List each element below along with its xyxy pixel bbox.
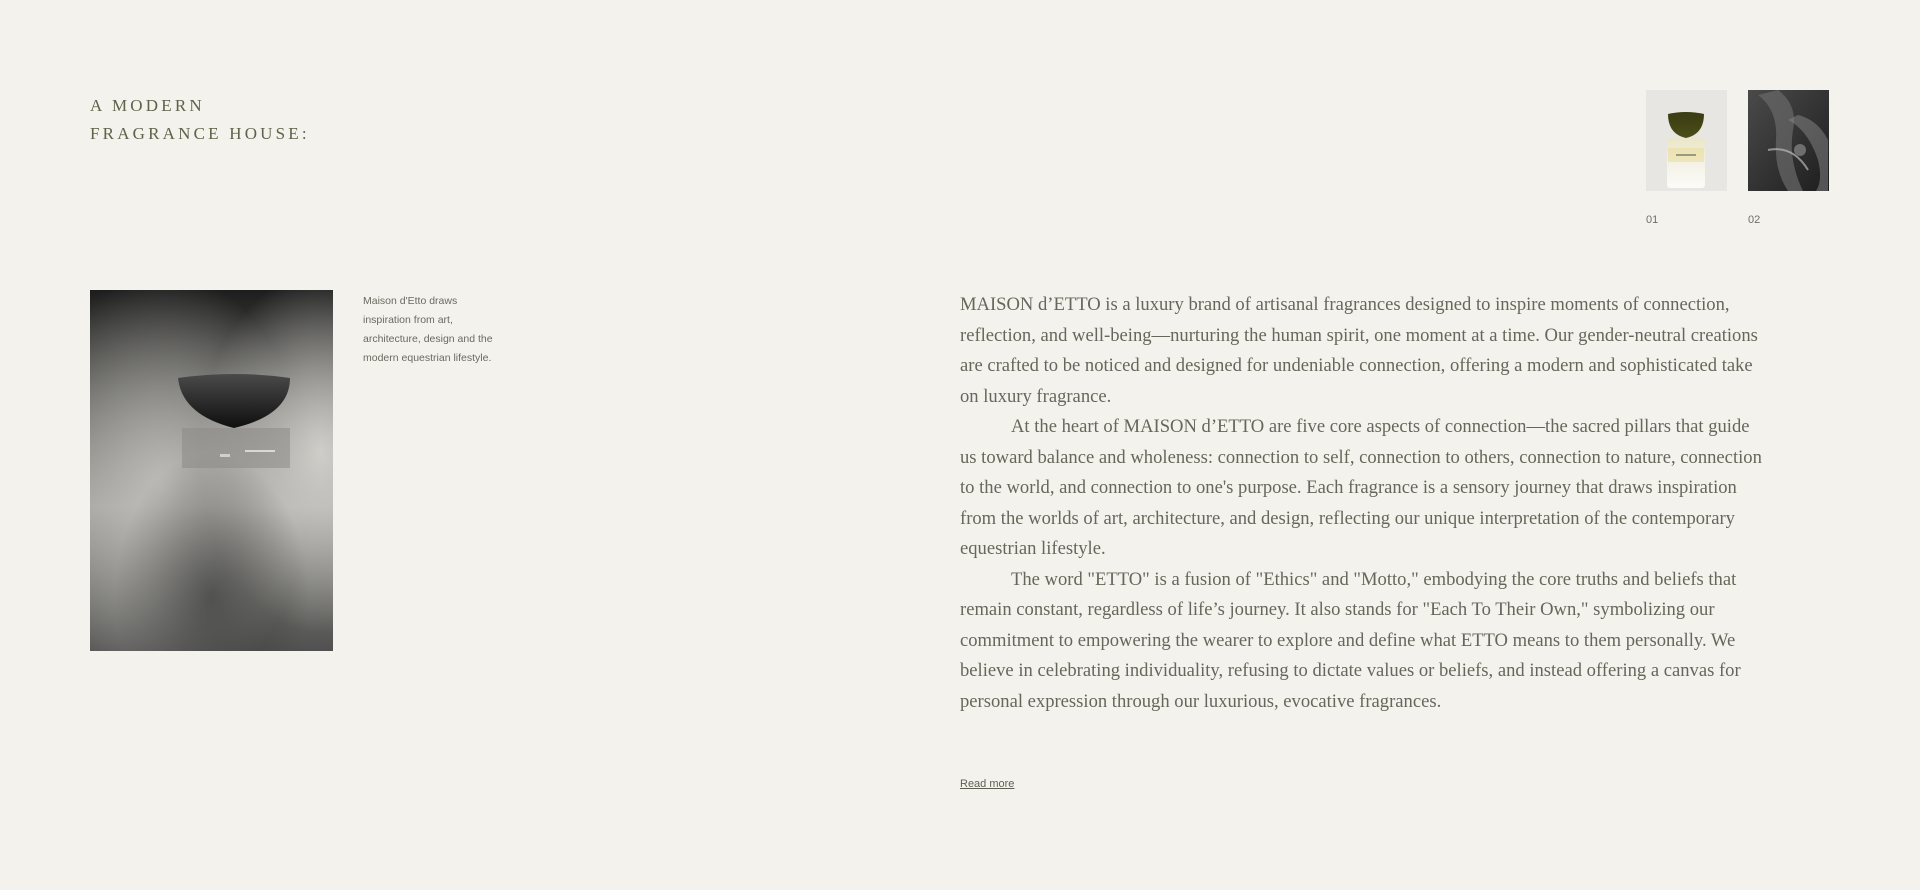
about-paragraph: The word "ETTO" is a fusion of "Ethics" … bbox=[960, 568, 1741, 712]
about-text: MAISON d’ETTO is a luxury brand of artis… bbox=[960, 290, 1765, 717]
hero-caption: Maison d'Etto draws inspiration from art… bbox=[363, 295, 493, 364]
page-heading: A MODERN FRAGRANCE HOUSE: bbox=[90, 92, 310, 148]
about-paragraph: MAISON d’ETTO is a luxury brand of artis… bbox=[960, 294, 1758, 407]
hero-image bbox=[90, 290, 333, 651]
perfume-bottle-image bbox=[90, 290, 333, 651]
perfume-bottle-image bbox=[1646, 90, 1727, 191]
thumbnail-01[interactable] bbox=[1646, 90, 1727, 191]
thumbnail-number-01: 01 bbox=[1646, 214, 1659, 226]
heading-line-1: A MODERN bbox=[90, 96, 205, 115]
heading-line-2: FRAGRANCE HOUSE: bbox=[90, 124, 310, 143]
thumbnail-02[interactable] bbox=[1748, 90, 1829, 191]
read-more-link[interactable]: Read more bbox=[960, 778, 1014, 790]
about-paragraph: At the heart of MAISON d’ETTO are five c… bbox=[960, 416, 1762, 559]
thumbnail-number-02: 02 bbox=[1748, 214, 1761, 226]
equestrian-image bbox=[1748, 90, 1829, 191]
